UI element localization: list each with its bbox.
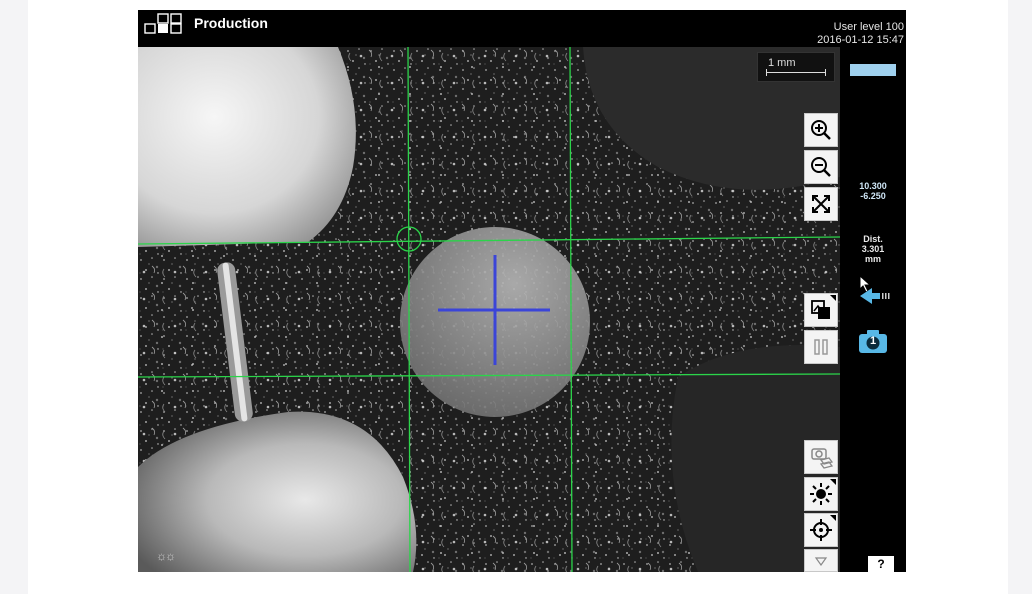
scale-line — [766, 69, 826, 76]
coordinate-x: 10.300 — [859, 181, 887, 191]
arrow-left-signal-icon — [860, 288, 890, 304]
zoom-out-icon — [811, 157, 831, 177]
user-level-label: User level 100 — [833, 21, 904, 33]
datetime-label: 2016-01-12 15:47 — [817, 34, 904, 46]
inspection-app: Production User level 100 2016-01-12 15:… — [138, 10, 906, 572]
corner-mark — [830, 515, 836, 521]
more-tools-button[interactable] — [804, 549, 838, 572]
camera-badge: 1 — [869, 335, 877, 347]
snapshot-layers-icon — [811, 448, 833, 469]
scale-bar: 1 mm — [757, 52, 835, 82]
corner-mark — [830, 295, 836, 301]
zoom-in-icon — [811, 120, 831, 140]
distance-unit: mm — [864, 254, 881, 264]
right-sidebar: 10.300 -6.250 Dist. 3.301 mm 1 ? — [840, 47, 906, 572]
zoom-in-button[interactable] — [804, 113, 838, 147]
camera-button[interactable]: 1 — [858, 328, 888, 354]
app-title: Production — [194, 15, 268, 31]
pause-icon — [814, 339, 828, 355]
camera-viewport[interactable]: 1 mm ☼☼ — [138, 47, 840, 572]
fit-to-screen-icon — [812, 195, 830, 213]
corner-mark — [830, 479, 836, 485]
settings-icon[interactable]: ☼☼ — [156, 549, 176, 563]
chevron-down-icon — [814, 556, 828, 566]
zoom-out-button[interactable] — [804, 150, 838, 184]
scale-label: 1 mm — [768, 57, 796, 69]
snapshot-layers-button[interactable] — [804, 440, 838, 474]
back-button[interactable] — [858, 285, 890, 307]
distance-value: 3.301 — [861, 244, 885, 254]
brightness-button[interactable] — [804, 477, 838, 511]
image-view-icon — [811, 300, 830, 319]
crosshair-button[interactable] — [804, 513, 838, 547]
pause-button[interactable] — [804, 330, 838, 364]
fit-to-screen-button[interactable] — [804, 187, 838, 221]
layout-grid-icon[interactable] — [144, 13, 188, 35]
crosshair-icon — [810, 519, 832, 541]
coordinate-y: -6.250 — [860, 191, 886, 201]
camera-image — [138, 47, 840, 572]
distance-label: Dist. — [863, 234, 883, 244]
brightness-icon — [810, 483, 832, 505]
image-view-button[interactable] — [804, 293, 838, 327]
help-button[interactable]: ? — [868, 556, 894, 572]
status-indicator — [850, 64, 896, 76]
top-bar: Production User level 100 2016-01-12 15:… — [138, 10, 906, 47]
